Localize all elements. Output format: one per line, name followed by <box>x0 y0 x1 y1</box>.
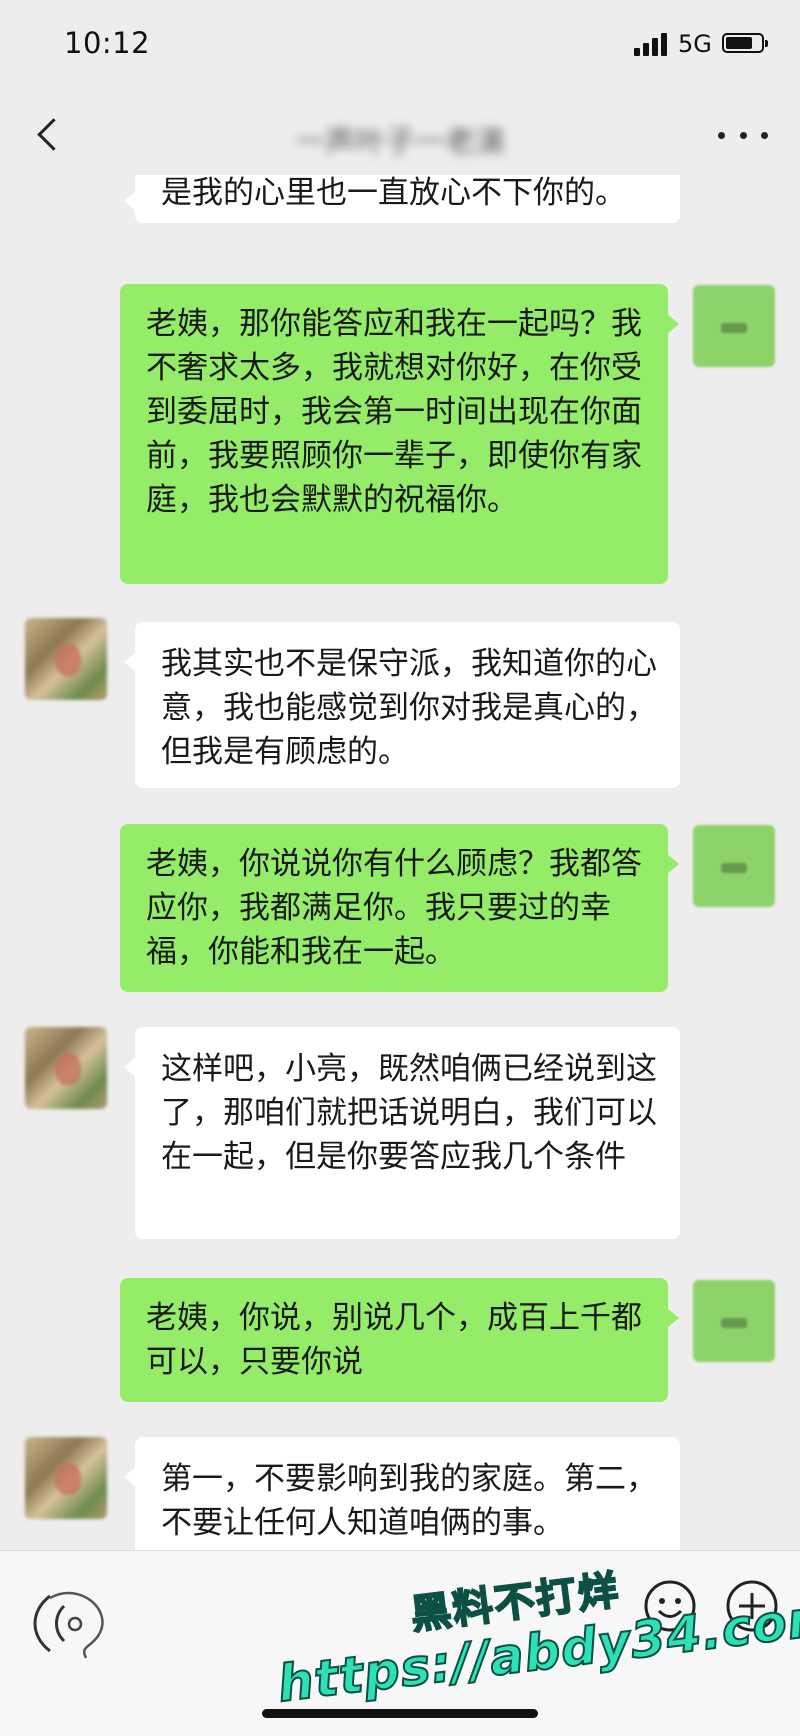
outgoing-message-bubble[interactable]: 老姨，你说，别说几个，成百上千都可以，只要你说 <box>120 1278 679 1402</box>
outgoing-message-bubble[interactable]: 老姨，你说说你有什么顾虑？我都答应你，我都满足你。我只要过的幸福，你能和我在一起… <box>120 824 679 992</box>
message-text: 我其实也不是保守派，我知道你的心意，我也能感觉到你对我是真心的，但我是有顾虑的。 <box>161 646 657 770</box>
my-avatar[interactable] <box>693 825 775 907</box>
message-text: 第一，不要影响到我的家庭。第二，不要让任何人知道咱俩的事。 <box>161 1461 657 1541</box>
status-time: 10:12 <box>64 26 151 60</box>
message-text: 老姨，你说说你有什么顾虑？我都答应你，我都满足你。我只要过的幸福，你能和我在一起… <box>146 846 642 970</box>
chat-message-list[interactable]: 是我的心里也一直放心不下你的。 老姨，那你能答应和我在一起吗？我不奢求太多，我就… <box>0 175 800 1550</box>
incoming-message-bubble[interactable]: 我其实也不是保守派，我知道你的心意，我也能感觉到你对我是真心的，但我是有顾虑的。 <box>124 622 680 788</box>
contact-avatar[interactable] <box>25 618 107 700</box>
contact-avatar[interactable] <box>25 1437 107 1519</box>
message-text: 是我的心里也一直放心不下你的。 <box>161 175 626 211</box>
incoming-message-bubble[interactable]: 第一，不要影响到我的家庭。第二，不要让任何人知道咱俩的事。 <box>124 1437 680 1550</box>
signal-icon <box>634 32 670 56</box>
my-avatar[interactable] <box>693 1280 775 1362</box>
message-text: 这样吧，小亮，既然咱俩已经说到这了，那咱们就把话说明白，我们可以在一起，但是你要… <box>161 1051 657 1175</box>
chat-title: 一声叶子一老演 <box>295 125 505 160</box>
back-chevron-icon[interactable] <box>30 113 70 157</box>
chat-header: 一声叶子一老演 <box>0 95 800 175</box>
incoming-message-bubble[interactable]: 这样吧，小亮，既然咱俩已经说到这了，那咱们就把话说明白，我们可以在一起，但是你要… <box>124 1027 680 1239</box>
network-type: 5G <box>678 30 712 58</box>
status-bar: 10:12 5G <box>0 0 800 95</box>
battery-icon <box>722 33 768 53</box>
my-avatar[interactable] <box>693 285 775 367</box>
message-text: 老姨，你说，别说几个，成百上千都可以，只要你说 <box>146 1300 642 1380</box>
outgoing-message-bubble[interactable]: 老姨，那你能答应和我在一起吗？我不奢求太多，我就想对你好，在你受到委屈时，我会第… <box>120 284 679 584</box>
incoming-message-bubble[interactable]: 是我的心里也一直放心不下你的。 <box>124 175 680 223</box>
more-dots-icon[interactable] <box>718 125 768 145</box>
voice-icon[interactable] <box>20 1576 115 1671</box>
contact-avatar[interactable] <box>25 1027 107 1109</box>
message-text: 老姨，那你能答应和我在一起吗？我不奢求太多，我就想对你好，在你受到委屈时，我会第… <box>146 306 642 518</box>
